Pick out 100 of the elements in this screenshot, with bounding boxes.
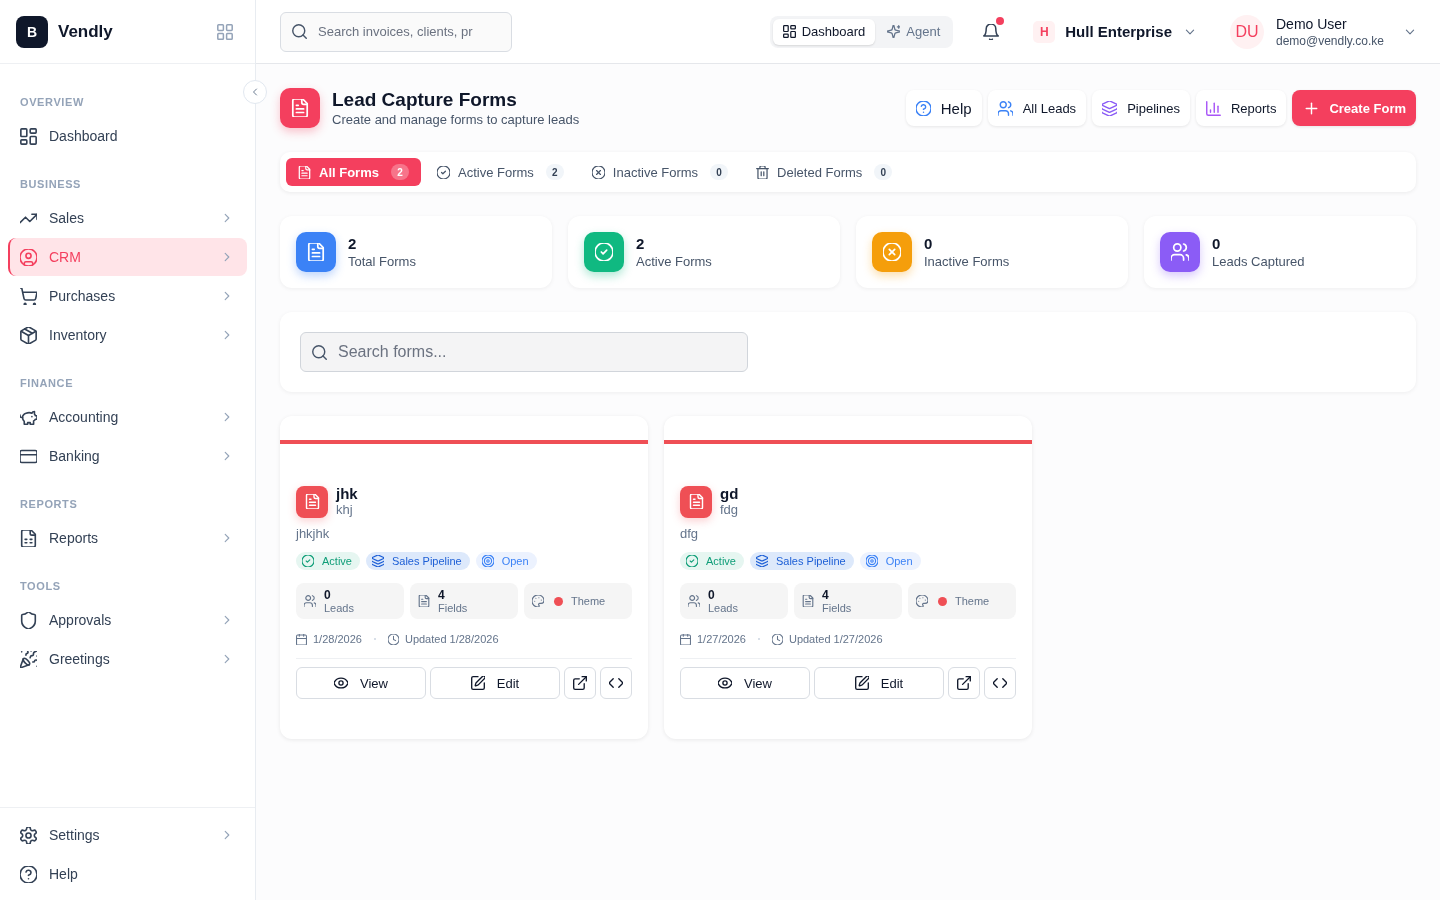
stat-value: 2 [348, 235, 358, 252]
sidebar-item[interactable]: Approvals [8, 601, 247, 639]
stat-label: Fields [822, 601, 852, 614]
view-mode-tab[interactable]: Agent [877, 18, 951, 45]
sidebar-item[interactable]: Purchases [8, 277, 247, 315]
check-circle-icon [302, 555, 314, 567]
sidebar-item[interactable]: Settings [8, 816, 247, 854]
company-logo: H [1033, 20, 1056, 43]
document-icon [280, 88, 320, 128]
filter-tab[interactable]: All Forms 2 [286, 158, 421, 186]
created-date: 1/27/2026 [697, 633, 746, 645]
party-popper-icon [20, 650, 37, 668]
pencil-square-icon [470, 676, 485, 690]
card-action-button[interactable]: View [680, 667, 810, 699]
toolbar-button[interactable]: Reports [1195, 90, 1287, 126]
count-badge: 0 [710, 164, 729, 180]
users-icon [997, 100, 1013, 116]
document-icon [418, 595, 430, 607]
external-link-icon [573, 676, 587, 690]
embed-code-button[interactable] [600, 667, 632, 699]
clock-icon [387, 633, 399, 645]
sidebar-section-heading: OVERVIEW [19, 95, 85, 110]
create-button[interactable]: Create Form [1292, 90, 1416, 126]
page-subtitle: Create and manage forms to capture leads [332, 110, 580, 128]
pipeline-badge: Sales Pipeline [749, 552, 854, 570]
card-action-button[interactable]: View [296, 667, 426, 699]
stat-label: Fields [438, 601, 468, 614]
help-button[interactable]: Help [905, 90, 982, 126]
stat-label: Theme [571, 595, 606, 607]
sidebar-item[interactable]: Sales [8, 199, 247, 237]
check-circle-icon [686, 555, 698, 567]
sidebar-item[interactable]: Greetings [8, 640, 247, 678]
brand-name: Vendly [58, 21, 114, 42]
sidebar-item[interactable]: Banking [8, 437, 247, 475]
stat-value: 0 [708, 588, 716, 602]
user-avatar: DU [1230, 14, 1264, 49]
sidebar-item[interactable]: Help [8, 855, 247, 893]
filter-tab[interactable]: Inactive Forms 0 [579, 158, 741, 186]
sidebar-item[interactable]: Accounting [8, 398, 247, 436]
stat-value: 2 [636, 235, 646, 252]
document-icon [802, 595, 814, 607]
piggy-bank-icon [20, 408, 37, 426]
company-name: Hull Enterprise [1065, 23, 1172, 40]
document-icon [680, 485, 712, 518]
filter-tab[interactable]: Active Forms 2 [424, 158, 576, 186]
form-name: gd [720, 485, 739, 502]
count-badge: 2 [545, 164, 564, 180]
layout-grid-icon [782, 25, 796, 38]
layout-grid-icon [20, 127, 37, 145]
search-icon [292, 24, 307, 39]
created-date: 1/28/2026 [313, 633, 362, 645]
clock-icon [771, 633, 783, 645]
brand-logo: B [16, 15, 48, 48]
spreadsheet-icon [20, 529, 37, 547]
document-icon [298, 165, 311, 179]
user-email: demo@vendly.co.ke [1276, 33, 1384, 48]
stat-label: Leads [324, 601, 354, 614]
sidebar-item[interactable]: Dashboard [8, 117, 247, 155]
stat-value: 4 [822, 588, 830, 602]
filter-tab[interactable]: Deleted Forms 0 [744, 158, 905, 186]
card-action-button[interactable]: Edit [814, 667, 944, 699]
toolbar-button[interactable]: Pipelines [1092, 90, 1190, 126]
target-icon [865, 555, 878, 567]
count-badge: 0 [874, 164, 893, 180]
app-switcher-button[interactable] [217, 23, 233, 40]
embed-code-button[interactable] [984, 667, 1016, 699]
form-subtitle: fdg [720, 502, 739, 518]
access-badge: Open [859, 552, 921, 570]
target-icon [481, 555, 494, 567]
search-field[interactable]: Search invoices, clients, pr [280, 11, 512, 52]
stat-value: 0 [1212, 235, 1222, 252]
card-action-button[interactable]: Edit [430, 667, 560, 699]
x-circle-icon [591, 165, 605, 179]
users-icon [304, 595, 316, 607]
plus-icon [1304, 100, 1320, 116]
search-field[interactable]: Search forms... [300, 332, 748, 372]
open-link-button[interactable] [564, 667, 596, 699]
bell-icon [983, 23, 1000, 40]
count-badge: 2 [390, 164, 409, 180]
settings-icon [20, 826, 37, 844]
help-icon [20, 865, 37, 883]
page-title: Lead Capture Forms [332, 88, 518, 111]
open-link-button[interactable] [948, 667, 980, 699]
calendar-icon [296, 633, 307, 645]
stat-label: Theme [955, 595, 990, 607]
view-mode-tab[interactable]: Dashboard [772, 18, 876, 45]
sidebar-item[interactable]: Reports [8, 519, 247, 557]
palette-icon [532, 595, 544, 607]
company-switcher[interactable]: H Hull Enterprise [1033, 20, 1196, 43]
cart-icon [20, 287, 37, 305]
document-icon [296, 485, 328, 518]
sidebar-section-heading: BUSINESS [19, 177, 83, 192]
sidebar-section-heading: TOOLS [19, 579, 62, 594]
toolbar-button[interactable]: All Leads [987, 90, 1087, 126]
stat-label: Leads [708, 601, 738, 614]
user-menu[interactable]: DU Demo User demo@vendly.co.ke [1230, 14, 1416, 49]
grid-icon [217, 23, 233, 40]
layers-icon [1102, 100, 1118, 116]
sidebar-item[interactable]: Inventory [8, 316, 247, 354]
status-badge: Active [680, 552, 744, 570]
